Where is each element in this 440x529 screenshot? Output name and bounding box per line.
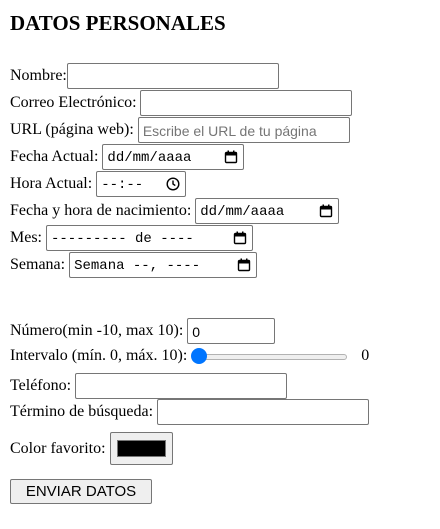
slider-track[interactable] bbox=[195, 354, 348, 361]
semana-value: Semana --, ---- bbox=[74, 258, 201, 274]
telefono-input[interactable] bbox=[75, 373, 288, 399]
row-nacimiento: Fecha y hora de nacimiento: dd/mm/aaaa bbox=[10, 198, 340, 224]
row-fecha: Fecha Actual: dd/mm/aaaa bbox=[10, 144, 245, 170]
calendar-icon[interactable] bbox=[237, 258, 251, 272]
numero-label: Número(min -10, max 10): bbox=[10, 322, 184, 339]
row-numero: Número(min -10, max 10): 0 bbox=[10, 318, 276, 344]
page-title: DATOS PERSONALES bbox=[10, 11, 226, 35]
row-url: URL (página web): Escribe el URL de tu pá… bbox=[10, 117, 350, 143]
row-telefono: Teléfono: bbox=[10, 373, 288, 399]
nombre-input[interactable] bbox=[66, 63, 279, 89]
hora-input[interactable]: --:-- bbox=[96, 171, 187, 197]
url-label: URL (página web): bbox=[10, 121, 134, 138]
mes-value: --------- de ---- bbox=[51, 231, 194, 247]
color-label: Color favorito: bbox=[10, 439, 106, 457]
calendar-icon[interactable] bbox=[224, 150, 238, 164]
row-color: Color favorito: bbox=[10, 432, 173, 465]
nacimiento-label: Fecha y hora de nacimiento: bbox=[10, 202, 192, 219]
busqueda-label: Término de búsqueda: bbox=[10, 403, 154, 420]
hora-label: Hora Actual: bbox=[10, 175, 93, 192]
calendar-icon[interactable] bbox=[319, 204, 333, 218]
url-placeholder: Escribe el URL de tu página bbox=[142, 123, 317, 139]
slider-thumb[interactable] bbox=[191, 348, 208, 365]
correo-label: Correo Electrónico: bbox=[10, 94, 137, 111]
row-mes: Mes: --------- de ---- bbox=[10, 225, 253, 251]
url-input[interactable]: Escribe el URL de tu página bbox=[137, 117, 350, 143]
nacimiento-input[interactable]: dd/mm/aaaa bbox=[195, 198, 340, 224]
mes-label: Mes: bbox=[10, 229, 42, 246]
row-correo: Correo Electrónico: bbox=[10, 90, 352, 116]
telefono-label: Teléfono: bbox=[10, 377, 72, 394]
row-nombre: Nombre: bbox=[10, 63, 279, 89]
row-hora: Hora Actual: --:-- bbox=[10, 171, 187, 197]
intervalo-label: Intervalo (mín. 0, máx. 10): bbox=[10, 347, 188, 365]
color-picker[interactable] bbox=[109, 432, 173, 465]
row-intervalo: Intervalo (mín. 0, máx. 10): 0 bbox=[10, 347, 369, 365]
email-input[interactable] bbox=[139, 90, 352, 116]
fecha-label: Fecha Actual: bbox=[10, 148, 99, 165]
submit-button[interactable]: ENVIAR DATOS bbox=[10, 479, 152, 504]
hora-value: --:-- bbox=[101, 177, 144, 193]
semana-label: Semana: bbox=[10, 256, 66, 273]
row-busqueda: Término de búsqueda: bbox=[10, 399, 370, 425]
nacimiento-value: dd/mm/aaaa bbox=[200, 204, 285, 220]
mes-input[interactable]: --------- de ---- bbox=[46, 225, 253, 251]
row-semana: Semana: Semana --, ---- bbox=[10, 252, 258, 278]
intervalo-slider[interactable] bbox=[191, 347, 351, 365]
fecha-value: dd/mm/aaaa bbox=[107, 150, 192, 166]
clock-icon[interactable] bbox=[166, 177, 180, 191]
semana-input[interactable]: Semana --, ---- bbox=[69, 252, 258, 278]
nombre-label: Nombre: bbox=[10, 67, 67, 84]
busqueda-input[interactable] bbox=[157, 399, 370, 425]
color-swatch bbox=[116, 440, 166, 457]
fecha-input[interactable]: dd/mm/aaaa bbox=[102, 144, 245, 170]
calendar-icon[interactable] bbox=[233, 231, 247, 245]
intervalo-value: 0 bbox=[361, 347, 370, 365]
numero-value: 0 bbox=[192, 324, 201, 340]
numero-input[interactable]: 0 bbox=[187, 318, 276, 344]
